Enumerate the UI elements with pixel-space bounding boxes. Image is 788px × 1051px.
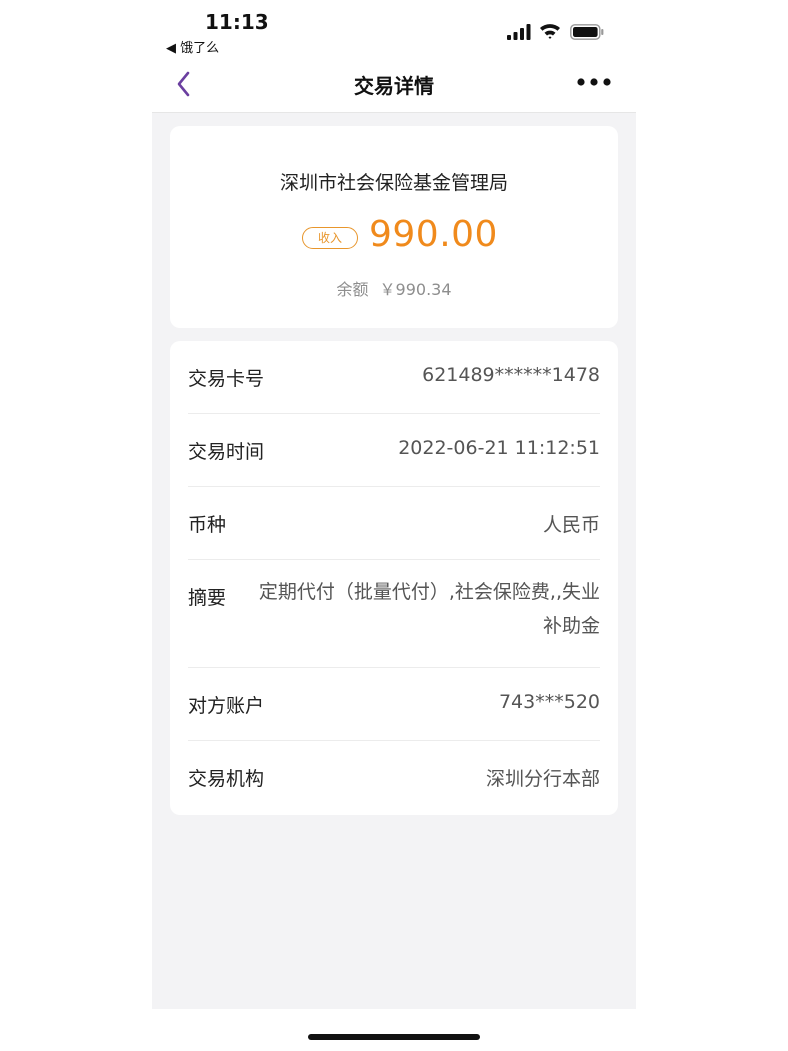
detail-row-institution: 交易机构 深圳分行本部 [188, 741, 600, 813]
transaction-amount: 990.00 [369, 214, 498, 255]
detail-row-counterparty: 对方账户 743***520 [188, 668, 600, 741]
status-time: 11:13 [205, 10, 269, 34]
status-bar: 11:13 ◀ 饿了么 [152, 0, 636, 58]
detail-value: 深圳分行本部 [485, 768, 600, 790]
detail-value: 621489******1478 [422, 364, 600, 386]
detail-row-currency: 币种 人民币 [188, 487, 600, 560]
detail-label: 交易机构 [188, 768, 265, 790]
transaction-summary-card: 深圳市社会保险基金管理局 收入 990.00 余额 ￥990.34 [170, 126, 618, 328]
detail-row-time: 交易时间 2022-06-21 11:12:51 [188, 414, 600, 487]
detail-label: 对方账户 [188, 695, 265, 717]
detail-row-card-number: 交易卡号 621489******1478 [188, 341, 600, 414]
detail-label: 币种 [188, 514, 227, 536]
detail-label: 摘要 [188, 587, 227, 609]
balance-value: ￥990.34 [379, 280, 452, 299]
home-indicator[interactable] [308, 1034, 480, 1040]
balance-label: 余额 [336, 280, 369, 299]
transaction-detail-card: 交易卡号 621489******1478 交易时间 2022-06-21 11… [170, 341, 618, 815]
battery-icon [570, 24, 604, 40]
detail-value: 2022-06-21 11:12:51 [398, 437, 600, 459]
income-badge: 收入 [302, 227, 358, 249]
phone-screen: 11:13 ◀ 饿了么 交易详情 深圳市社会保险基金管理局 收入 990.00 … [152, 0, 636, 1051]
detail-label: 交易卡号 [188, 368, 265, 390]
content-area: 深圳市社会保险基金管理局 收入 990.00 余额 ￥990.34 交易卡号 6… [152, 113, 636, 1009]
balance-row: 余额 ￥990.34 [170, 276, 618, 300]
back-to-app-link[interactable]: ◀ 饿了么 [166, 37, 219, 56]
detail-row-summary: 摘要 定期代付（批量代付）,社会保险费,,失业补助金 [188, 560, 600, 668]
page-title: 交易详情 [354, 74, 434, 98]
detail-value: 743***520 [498, 691, 600, 713]
detail-value: 定期代付（批量代付）,社会保险费,,失业补助金 [258, 581, 600, 637]
more-horizontal-icon[interactable] [576, 76, 612, 88]
payer-name: 深圳市社会保险基金管理局 [279, 172, 508, 194]
detail-value: 人民币 [542, 514, 600, 536]
detail-label: 交易时间 [188, 441, 265, 463]
wifi-icon [540, 24, 560, 39]
signal-icon [507, 24, 531, 40]
nav-bar: 交易详情 [152, 58, 636, 113]
